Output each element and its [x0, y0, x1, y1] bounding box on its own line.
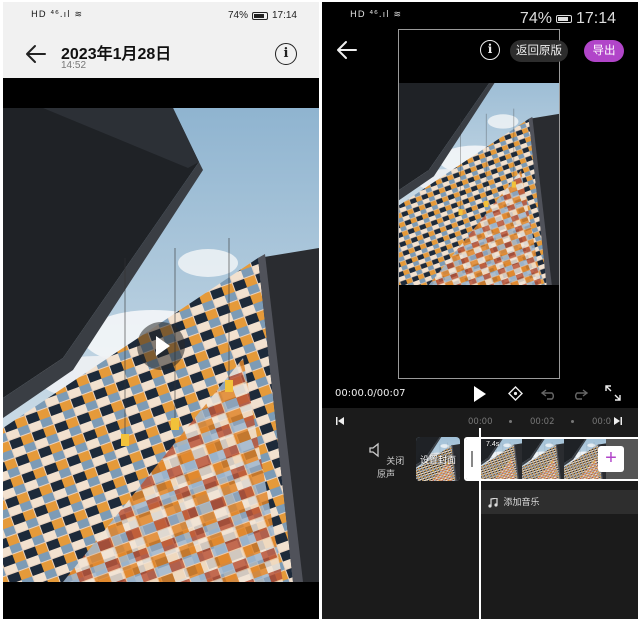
info-circle-icon[interactable]: i: [480, 40, 500, 60]
clip-trim-handle[interactable]: [466, 439, 480, 479]
revert-original-button[interactable]: 返回原版: [510, 40, 568, 62]
mute-label: 关闭原声: [376, 456, 405, 479]
arrow-left-icon[interactable]: [336, 40, 358, 60]
signal-indicators: HD ⁴⁶.ıl ≋: [31, 10, 84, 20]
info-circle-icon[interactable]: i: [275, 43, 297, 65]
video-editor-screen: HD ⁴⁶.ıl ≋ 74% 17:14 i 返回原版 导出 00:00.0/0…: [322, 2, 638, 619]
playhead[interactable]: [479, 428, 481, 619]
keyframe-diamond-icon[interactable]: [508, 386, 523, 401]
fullscreen-icon[interactable]: [605, 385, 621, 401]
undo-icon[interactable]: [541, 388, 557, 400]
cover-label: 设置封面: [419, 455, 456, 465]
music-note-icon: [488, 496, 498, 508]
battery-percent: 74%: [227, 10, 248, 21]
video-canvas[interactable]: [398, 29, 560, 379]
mute-original-audio-button[interactable]: 关闭原声: [366, 442, 406, 480]
playback-time: 00:00.0/00:07: [335, 388, 406, 399]
add-clip-button[interactable]: +: [598, 446, 624, 472]
status-bar: HD ⁴⁶.ıl ≋ 74% 17:14: [322, 2, 638, 32]
ruler-dot: [509, 420, 512, 423]
ruler-tick: 00:0: [592, 417, 612, 427]
redo-icon[interactable]: [572, 388, 588, 400]
play-button[interactable]: [137, 322, 185, 370]
clock: 17:14: [271, 10, 297, 21]
ruler-tick: 00:00: [468, 417, 493, 427]
play-icon[interactable]: [474, 386, 486, 402]
clip-duration: 7.4s: [486, 441, 500, 448]
add-music-track[interactable]: 添加音乐: [480, 490, 638, 514]
viewer-header: 2023年1月28日 14:52 i: [3, 32, 319, 78]
photo-viewer-screen: HD ⁴⁶.ıl ≋ 74% 17:14 2023年1月28日 14:52 i: [3, 2, 319, 619]
add-music-label: 添加音乐: [503, 497, 540, 507]
status-bar: HD ⁴⁶.ıl ≋ 74% 17:14: [3, 2, 319, 32]
speaker-icon: [369, 442, 379, 458]
export-button[interactable]: 导出: [584, 40, 624, 62]
battery-percent: 74%: [519, 10, 552, 27]
page-subtitle: 14:52: [61, 60, 87, 71]
jump-to-start-icon[interactable]: [336, 417, 344, 425]
battery-icon: [555, 15, 572, 23]
arrow-left-icon[interactable]: [25, 44, 47, 64]
ruler-dot: [571, 420, 574, 423]
ruler-tick: 00:02: [530, 417, 555, 427]
jump-to-end-icon[interactable]: [614, 417, 622, 425]
clip-thumbnail: [522, 439, 564, 479]
timeline-panel: 00:00 00:02 00:0 关闭原声 设置封面 7.4s + 添加音乐: [322, 408, 638, 619]
video-frame: [399, 83, 559, 326]
battery-icon: [251, 11, 268, 20]
signal-indicators: HD ⁴⁶.ıl ≋: [350, 10, 403, 20]
clock: 17:14: [575, 10, 616, 27]
building-photo: [399, 83, 559, 286]
set-cover-button[interactable]: 设置封面: [416, 437, 460, 481]
